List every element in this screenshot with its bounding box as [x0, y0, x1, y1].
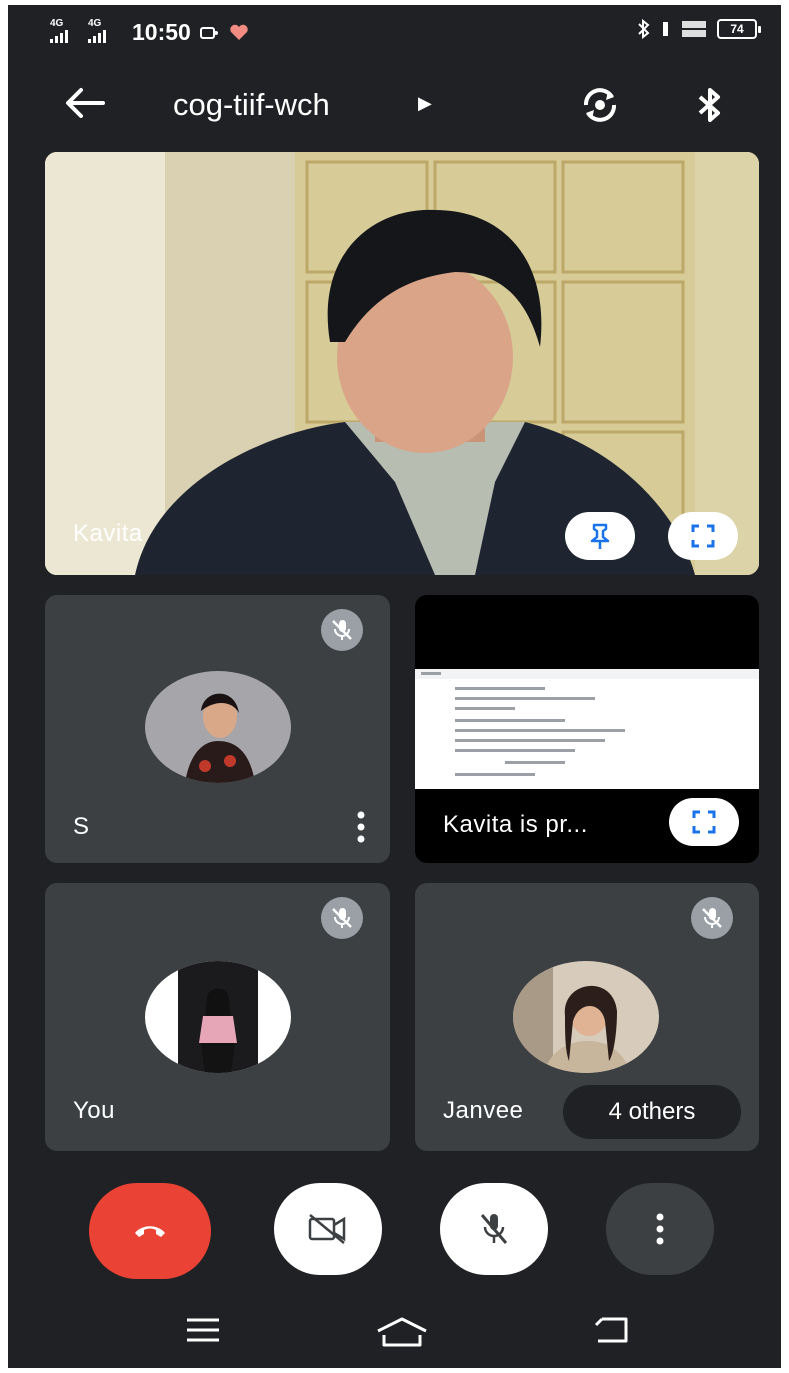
end-call-icon [135, 1226, 165, 1237]
more-options-icon[interactable] [351, 807, 371, 847]
participant-tile-janvee[interactable]: Janvee 4 others [415, 883, 759, 1151]
status-time: 10:50 [132, 19, 191, 45]
fullscreen-icon [691, 524, 715, 548]
caret-right-icon[interactable]: ▶ [418, 93, 432, 114]
meeting-code[interactable]: cog-tiif-wch [173, 87, 330, 123]
fullscreen-button[interactable] [669, 798, 739, 846]
fullscreen-icon [692, 810, 716, 834]
volte-status-icon [682, 21, 706, 37]
bluetooth-status-icon [638, 19, 650, 39]
back-arrow-icon[interactable] [63, 85, 111, 125]
mic-off-icon [691, 897, 733, 939]
back-nav-icon[interactable] [592, 1313, 632, 1352]
status-bar: 4G 4G 10:50 74 [8, 5, 781, 59]
participant-tile-you[interactable]: You [45, 883, 390, 1151]
camera-notification-icon [199, 26, 218, 39]
presentation-tile[interactable]: Kavita is pr... [415, 595, 759, 863]
mic-off-icon [480, 1214, 508, 1244]
call-header: cog-tiif-wch ▶ [8, 65, 781, 145]
pin-button[interactable] [565, 512, 635, 560]
end-call-button[interactable] [89, 1183, 211, 1279]
heart-notification-icon [230, 24, 248, 40]
toggle-camera-button[interactable] [274, 1183, 382, 1275]
participant-name: Janvee [443, 1097, 524, 1124]
others-count-badge[interactable]: 4 others [563, 1085, 741, 1139]
participant-tile-s[interactable]: S [45, 595, 390, 863]
participant-name: Kavita [73, 520, 143, 547]
battery-indicator: 74 [717, 19, 761, 39]
menu-icon[interactable] [183, 1315, 223, 1350]
fullscreen-button[interactable] [668, 512, 738, 560]
bluetooth-icon[interactable] [688, 83, 732, 127]
avatar [145, 671, 291, 783]
avatar [513, 961, 659, 1073]
participant-name: Kavita is pr... [443, 811, 588, 838]
main-video-tile[interactable]: Kavita [45, 152, 759, 575]
participant-video-image [45, 152, 759, 575]
signal-status-icon [663, 22, 668, 36]
more-vert-icon [656, 1213, 664, 1245]
home-icon[interactable] [374, 1315, 430, 1354]
meet-screen: 4G 4G 10:50 74 cog-tiif-wch ▶ Kavita S K… [8, 5, 781, 1368]
mic-off-icon [321, 609, 363, 651]
camera-off-icon [308, 1214, 346, 1244]
screen-share-preview [415, 669, 759, 789]
more-options-button[interactable] [606, 1183, 714, 1275]
switch-camera-icon[interactable] [578, 83, 622, 127]
network-indicator-2: 4G [88, 19, 118, 46]
toggle-mic-button[interactable] [440, 1183, 548, 1275]
system-navigation-bar [8, 1295, 781, 1368]
participant-name: You [73, 1097, 115, 1124]
participant-name: S [73, 813, 90, 840]
network-indicator-1: 4G [50, 19, 80, 46]
pin-icon [590, 523, 610, 549]
mic-off-icon [321, 897, 363, 939]
avatar [145, 961, 291, 1073]
